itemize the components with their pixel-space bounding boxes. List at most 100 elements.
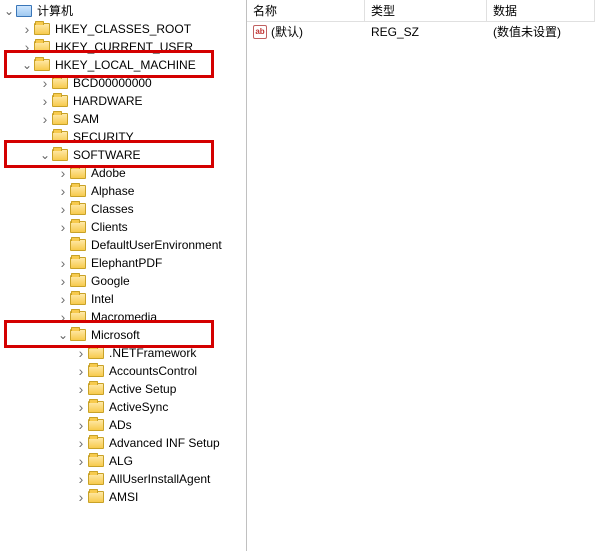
tree-root-label: 计算机 — [36, 2, 73, 20]
chevron-right-icon[interactable] — [38, 76, 52, 90]
tree-item-label: SAM — [72, 110, 99, 128]
chevron-right-icon[interactable] — [56, 202, 70, 216]
folder-icon — [88, 365, 104, 377]
list-row[interactable]: ab (默认) REG_SZ (数值未设置) — [247, 22, 595, 42]
folder-icon — [88, 473, 104, 485]
chevron-down-icon[interactable] — [56, 328, 70, 342]
chevron-right-icon[interactable] — [74, 436, 88, 450]
column-header-type[interactable]: 类型 — [365, 0, 487, 22]
chevron-right-icon[interactable] — [74, 346, 88, 360]
tree-item-label: HKEY_LOCAL_MACHINE — [54, 56, 196, 74]
chevron-right-icon[interactable] — [56, 292, 70, 306]
folder-icon — [34, 59, 50, 71]
chevron-right-icon[interactable] — [74, 364, 88, 378]
tree-item[interactable]: AMSI — [0, 488, 246, 506]
folder-icon — [88, 383, 104, 395]
chevron-right-icon[interactable] — [56, 166, 70, 180]
tree-item[interactable]: ADs — [0, 416, 246, 434]
tree-item-label: Active Setup — [108, 380, 176, 398]
tree-item[interactable]: Advanced INF Setup — [0, 434, 246, 452]
tree-item[interactable]: Macromedia — [0, 308, 246, 326]
tree-item-label: .NETFramework — [108, 344, 196, 362]
list-body[interactable]: ab (默认) REG_SZ (数值未设置) — [247, 22, 595, 551]
folder-icon — [88, 491, 104, 503]
chevron-right-icon[interactable] — [56, 256, 70, 270]
tree-item-label: ElephantPDF — [90, 254, 162, 272]
folder-icon — [88, 347, 104, 359]
chevron-right-icon[interactable] — [56, 220, 70, 234]
folder-icon — [70, 167, 86, 179]
column-header-data[interactable]: 数据 — [487, 0, 595, 22]
tree-item[interactable]: SECURITY — [0, 128, 246, 146]
tree-item[interactable]: Active Setup — [0, 380, 246, 398]
folder-icon — [34, 23, 50, 35]
chevron-right-icon[interactable] — [38, 112, 52, 126]
no-arrow — [56, 238, 70, 252]
folder-icon — [70, 257, 86, 269]
tree-item[interactable]: ALG — [0, 452, 246, 470]
tree-item-label: Macromedia — [90, 308, 157, 326]
folder-icon — [52, 149, 68, 161]
tree-item-label: SECURITY — [72, 128, 134, 146]
tree-pane[interactable]: 计算机 HKEY_CLASSES_ROOTHKEY_CURRENT_USERHK… — [0, 0, 247, 551]
tree-item-label: HKEY_CLASSES_ROOT — [54, 20, 191, 38]
column-header-name[interactable]: 名称 — [247, 0, 365, 22]
list-header: 名称 类型 数据 — [247, 0, 595, 22]
chevron-right-icon[interactable] — [38, 94, 52, 108]
folder-icon — [70, 311, 86, 323]
tree-item-label: HKEY_CURRENT_USER — [54, 38, 193, 56]
chevron-right-icon[interactable] — [74, 490, 88, 504]
tree-item[interactable]: Classes — [0, 200, 246, 218]
folder-icon — [70, 203, 86, 215]
chevron-down-icon[interactable] — [20, 58, 34, 72]
tree-item[interactable]: .NETFramework — [0, 344, 246, 362]
tree-item[interactable]: Intel — [0, 290, 246, 308]
tree-item-label: ActiveSync — [108, 398, 168, 416]
chevron-right-icon[interactable] — [20, 40, 34, 54]
chevron-right-icon[interactable] — [20, 22, 34, 36]
chevron-down-icon[interactable] — [38, 148, 52, 162]
chevron-right-icon[interactable] — [74, 454, 88, 468]
tree-item-label: Adobe — [90, 164, 126, 182]
chevron-right-icon[interactable] — [74, 472, 88, 486]
tree-item[interactable]: SAM — [0, 110, 246, 128]
tree-item[interactable]: ElephantPDF — [0, 254, 246, 272]
folder-icon — [88, 455, 104, 467]
tree-item-label: Alphase — [90, 182, 134, 200]
tree-item[interactable]: HKEY_CURRENT_USER — [0, 38, 246, 56]
tree-item[interactable]: HKEY_LOCAL_MACHINE — [0, 56, 246, 74]
value-type: REG_SZ — [365, 22, 487, 42]
chevron-right-icon[interactable] — [56, 184, 70, 198]
folder-icon — [52, 77, 68, 89]
tree-item[interactable]: BCD00000000 — [0, 74, 246, 92]
tree-item[interactable]: SOFTWARE — [0, 146, 246, 164]
tree-item-label: AccountsControl — [108, 362, 197, 380]
tree-item[interactable]: Google — [0, 272, 246, 290]
tree-item[interactable]: AccountsControl — [0, 362, 246, 380]
tree-item[interactable]: ActiveSync — [0, 398, 246, 416]
tree-item-label: ALG — [108, 452, 133, 470]
folder-icon — [70, 221, 86, 233]
tree-item[interactable]: Microsoft — [0, 326, 246, 344]
tree-item[interactable]: AllUserInstallAgent — [0, 470, 246, 488]
chevron-right-icon[interactable] — [56, 310, 70, 324]
folder-icon — [70, 275, 86, 287]
tree-item-label: DefaultUserEnvironment — [90, 236, 222, 254]
chevron-right-icon[interactable] — [74, 400, 88, 414]
chevron-right-icon[interactable] — [74, 382, 88, 396]
tree-item[interactable]: DefaultUserEnvironment — [0, 236, 246, 254]
tree-item[interactable]: Clients — [0, 218, 246, 236]
tree-item[interactable]: HKEY_CLASSES_ROOT — [0, 20, 246, 38]
tree-item[interactable]: Alphase — [0, 182, 246, 200]
tree-item-label: Google — [90, 272, 130, 290]
tree-root[interactable]: 计算机 — [0, 2, 246, 20]
tree-item[interactable]: Adobe — [0, 164, 246, 182]
chevron-down-icon[interactable] — [2, 4, 16, 18]
tree-item[interactable]: HARDWARE — [0, 92, 246, 110]
tree-item-label: Intel — [90, 290, 114, 308]
string-value-icon: ab — [253, 25, 267, 39]
chevron-right-icon[interactable] — [74, 418, 88, 432]
folder-icon — [70, 293, 86, 305]
tree-item-label: HARDWARE — [72, 92, 143, 110]
chevron-right-icon[interactable] — [56, 274, 70, 288]
